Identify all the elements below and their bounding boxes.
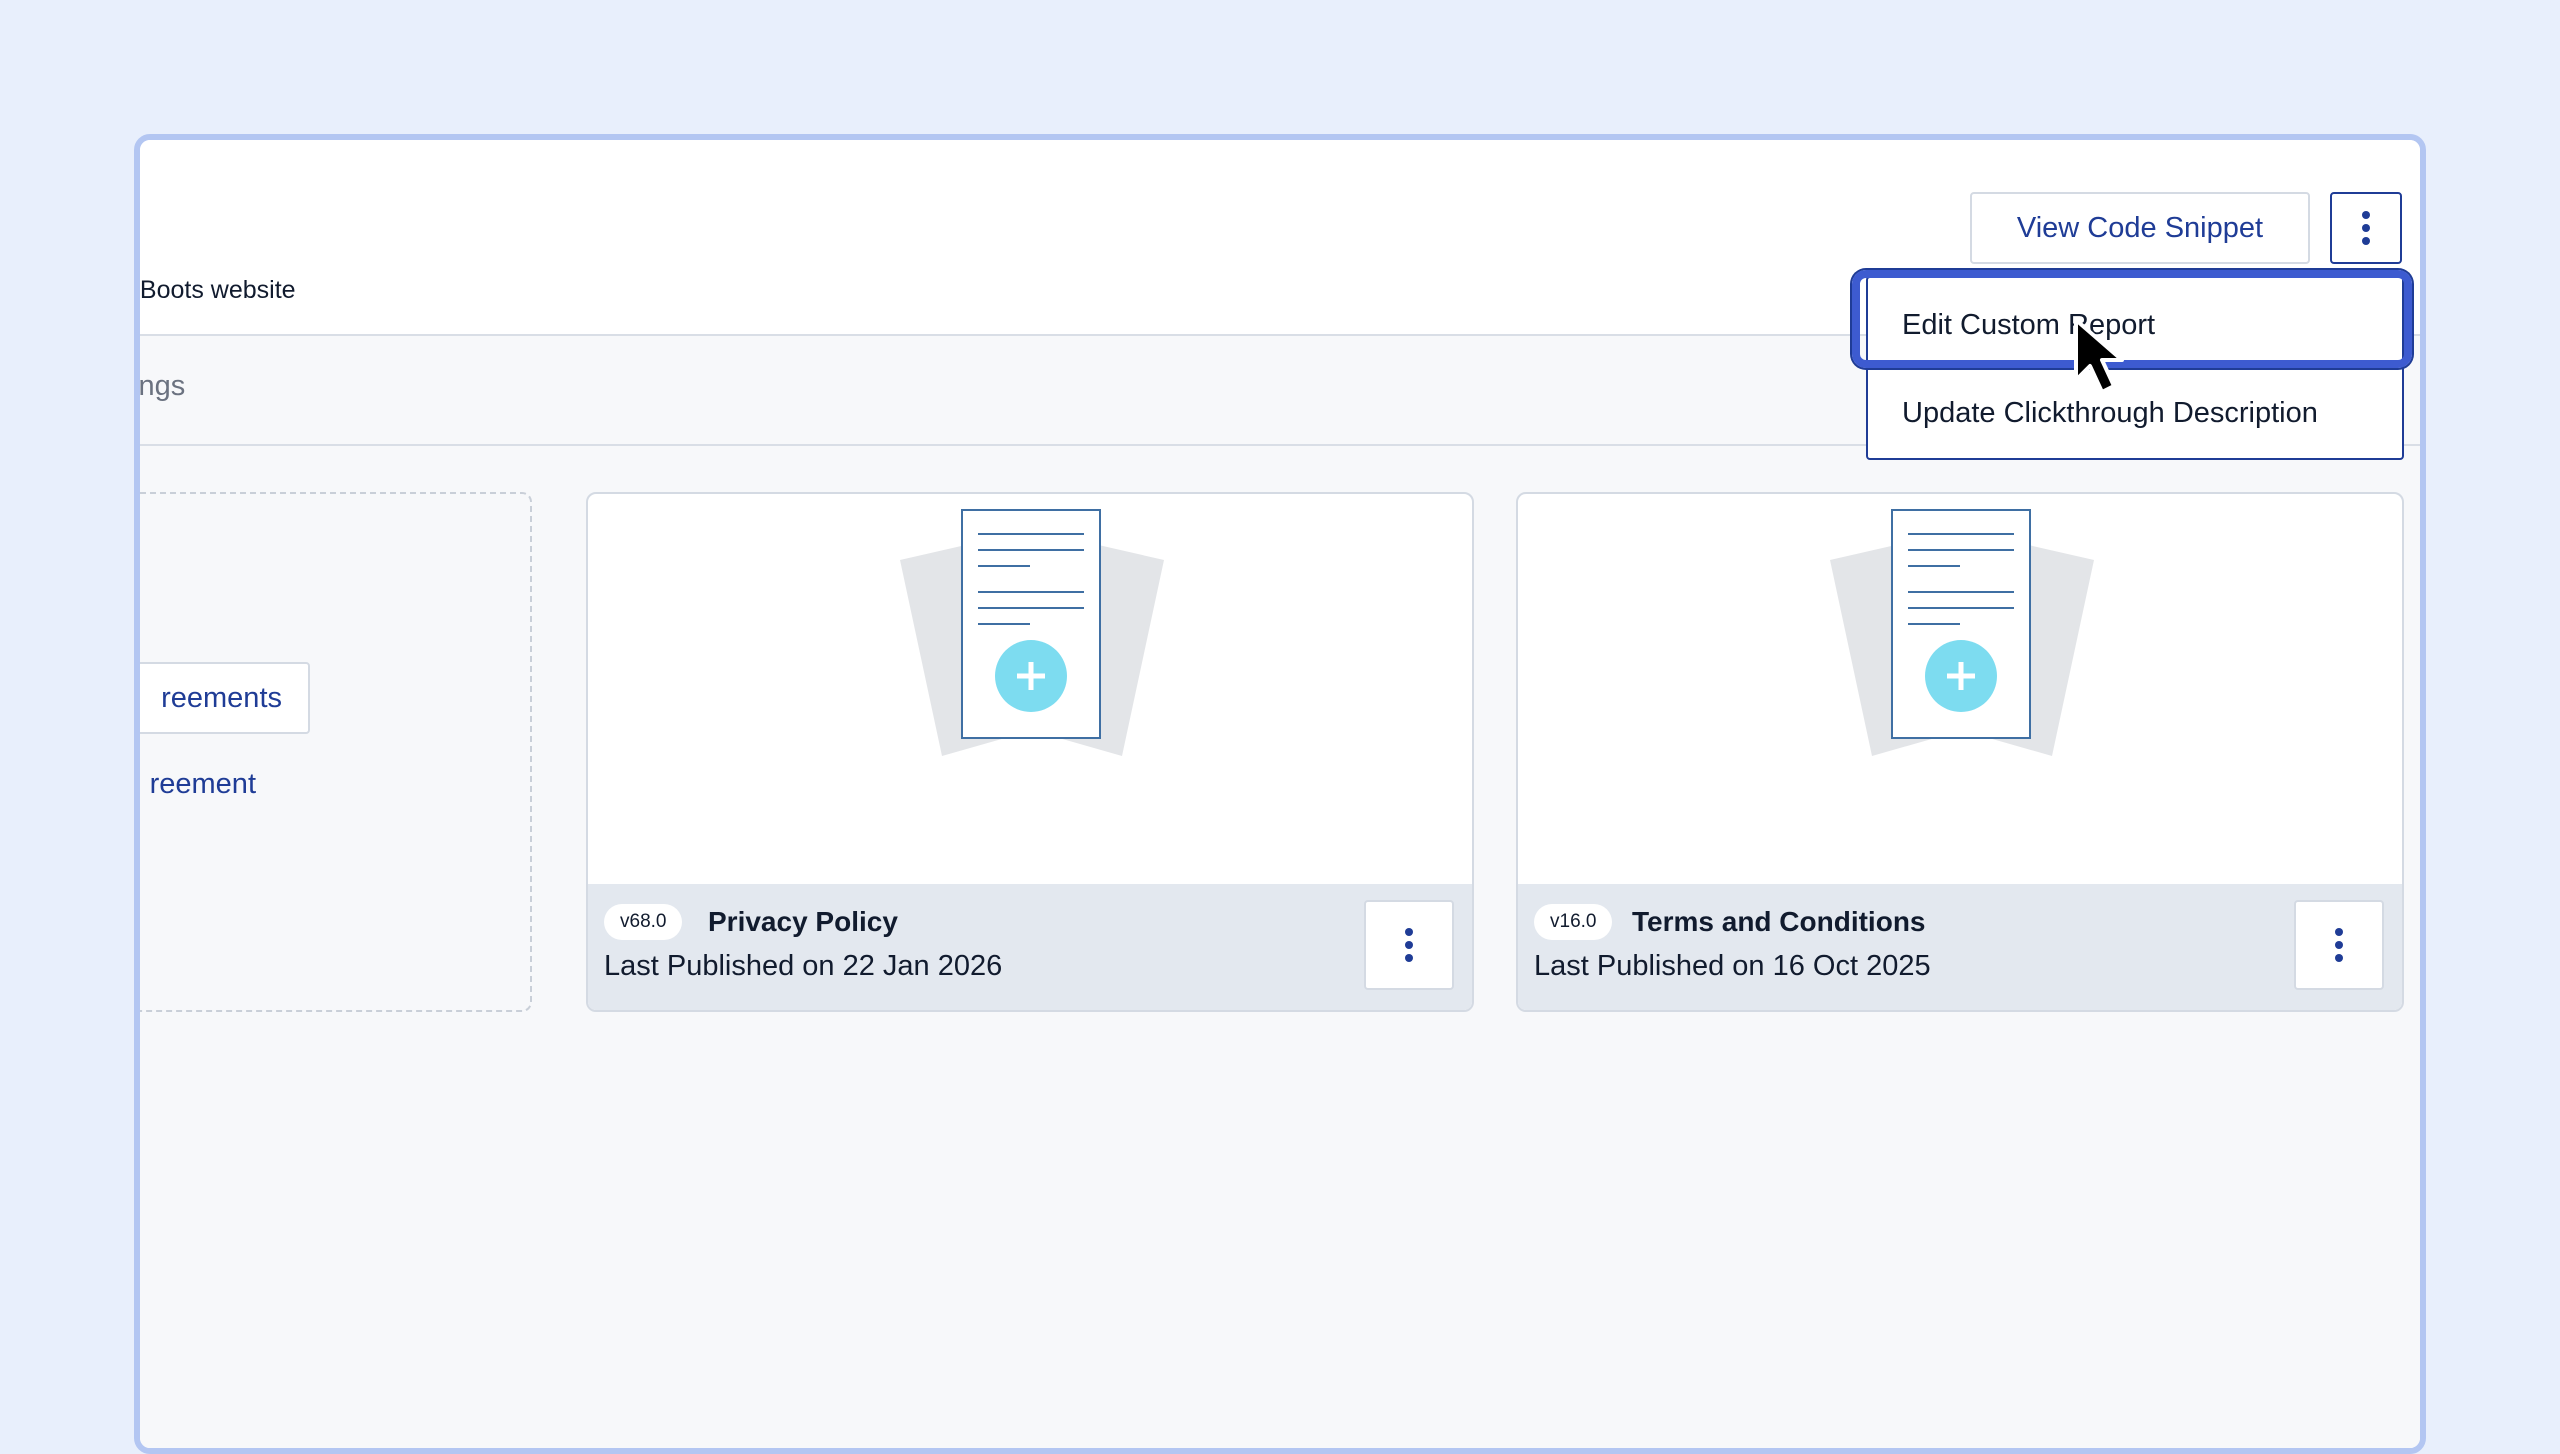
vertical-ellipsis-icon bbox=[2335, 928, 2343, 962]
mouse-pointer-icon bbox=[2074, 318, 2124, 394]
add-document-card bbox=[140, 492, 532, 1012]
vertical-ellipsis-icon bbox=[2362, 211, 2370, 245]
more-options-button[interactable] bbox=[2330, 192, 2402, 264]
page-subtitle: gBoots website bbox=[134, 276, 296, 304]
published-date: Last Published on 16 Oct 2025 bbox=[1534, 950, 1931, 982]
document-card-footer: v68.0 Privacy Policy Last Published on 2… bbox=[588, 884, 1472, 1010]
document-card-privacy-policy[interactable]: v68.0 Privacy Policy Last Published on 2… bbox=[586, 492, 1474, 1012]
version-badge: v16.0 bbox=[1534, 904, 1613, 940]
version-badge: v68.0 bbox=[604, 904, 683, 940]
document-add-icon bbox=[1830, 509, 2094, 756]
agreements-button[interactable]: reements bbox=[140, 662, 310, 734]
agreement-link[interactable]: reement bbox=[140, 768, 310, 801]
document-title: Terms and Conditions bbox=[1632, 906, 1926, 937]
document-options-button[interactable] bbox=[1364, 900, 1454, 990]
vertical-ellipsis-icon bbox=[1405, 928, 1413, 962]
tab-settings[interactable]: tings bbox=[140, 370, 185, 403]
document-add-icon bbox=[900, 509, 1164, 756]
document-title: Privacy Policy bbox=[708, 906, 898, 937]
document-card-footer: v16.0 Terms and Conditions Last Publishe… bbox=[1518, 884, 2402, 1010]
document-options-button[interactable] bbox=[2294, 900, 2384, 990]
view-code-snippet-button[interactable]: View Code Snippet bbox=[1970, 192, 2310, 264]
app-window: gBoots website View Code Snippet tings r… bbox=[134, 134, 2426, 1454]
published-date: Last Published on 22 Jan 2026 bbox=[604, 950, 1003, 982]
document-card-terms-and-conditions[interactable]: v16.0 Terms and Conditions Last Publishe… bbox=[1516, 492, 2404, 1012]
